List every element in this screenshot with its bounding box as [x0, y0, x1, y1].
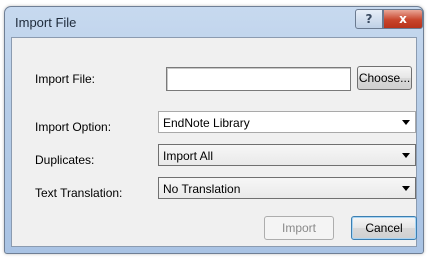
dialog-body: Import File: Choose... Import Option: En…	[11, 37, 417, 247]
help-button[interactable]: ?	[355, 9, 383, 29]
duplicates-label: Duplicates:	[35, 153, 95, 167]
duplicates-select[interactable]: Import All	[158, 144, 416, 166]
text-translation-select[interactable]: No Translation	[158, 177, 416, 199]
import-file-field[interactable]	[166, 67, 351, 91]
import-option-label: Import Option:	[35, 120, 112, 134]
cancel-button[interactable]: Cancel	[351, 216, 417, 240]
text-translation-value: No Translation	[163, 182, 241, 196]
close-button[interactable]: x	[383, 9, 423, 29]
import-option-select[interactable]: EndNote Library	[158, 111, 416, 133]
chevron-down-icon	[402, 153, 410, 158]
dialog-title: Import File	[15, 15, 77, 30]
close-icon: x	[399, 12, 407, 26]
import-file-dialog: Import File ? x Import File: Choose... I…	[4, 6, 424, 254]
duplicates-value: Import All	[163, 149, 214, 163]
choose-button[interactable]: Choose...	[357, 66, 412, 90]
title-bar[interactable]: Import File ? x	[5, 7, 423, 37]
import-file-label: Import File:	[35, 72, 96, 86]
text-translation-label: Text Translation:	[35, 186, 123, 200]
help-icon: ?	[365, 12, 373, 26]
chevron-down-icon	[402, 120, 410, 125]
chevron-down-icon	[402, 186, 410, 191]
import-option-value: EndNote Library	[163, 116, 250, 130]
import-button[interactable]: Import	[264, 216, 334, 240]
